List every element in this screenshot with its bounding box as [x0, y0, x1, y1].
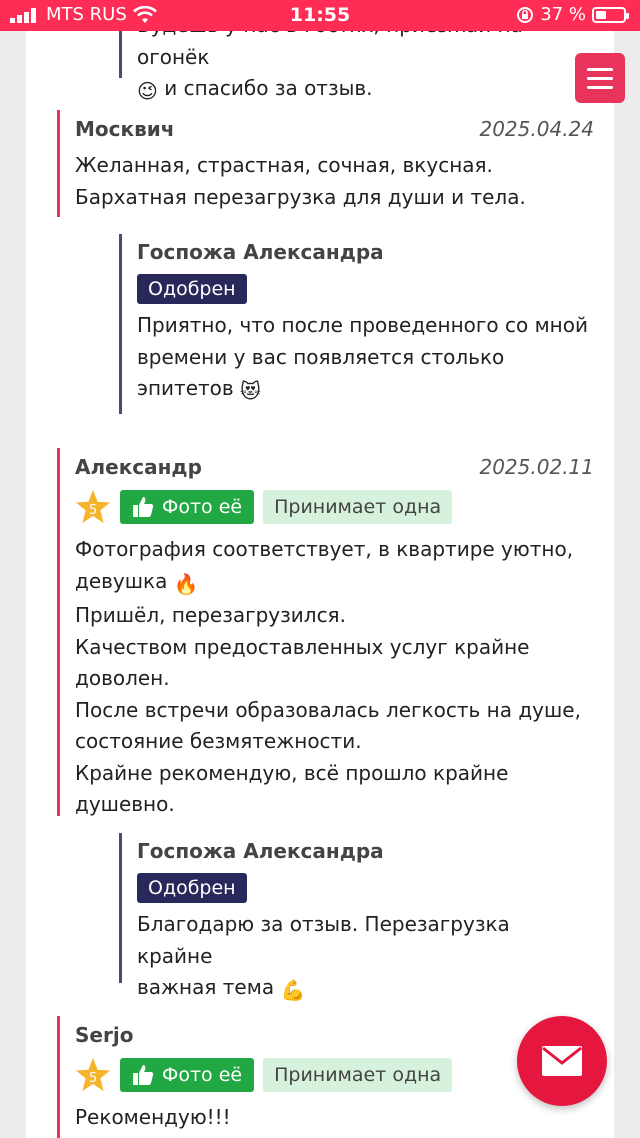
status-bar: MTS RUS 11:55 37 % [0, 0, 640, 31]
rating-star-icon: 5 [75, 489, 111, 525]
review-tags: 5 Фото её Принимает одна [75, 490, 612, 524]
reply-text: Благодарю за отзыв. Перезагрузка крайне … [137, 909, 589, 1007]
svg-text:5: 5 [89, 503, 97, 518]
heart-eyes-cat-emoji: 😻 [240, 379, 261, 403]
status-right: 37 % [516, 4, 629, 25]
review-date: 2025.02.11 [479, 455, 594, 479]
review-text: Желанная, страстная, сочная, вкусная. Ба… [75, 153, 526, 209]
reply-item: Госпожа Александра Одобрен Благодарю за … [119, 833, 589, 1002]
reply-item: Госпожа Александра Одобрен Приятно, что … [119, 234, 589, 414]
rotation-lock-icon [517, 6, 534, 23]
review-date: 2025.04.24 [479, 117, 594, 141]
thumbs-up-icon [133, 1065, 154, 1085]
reply-author: Госпожа Александра [137, 839, 384, 863]
envelope-icon [542, 1046, 582, 1076]
approved-badge: Одобрен [137, 274, 247, 304]
rating-star-icon: 5 [75, 1057, 111, 1093]
solo-tag: Принимает одна [263, 1058, 453, 1092]
solo-tag: Принимает одна [263, 490, 453, 524]
wink-emoji: 😉 [137, 79, 158, 103]
hamburger-icon [587, 67, 613, 71]
review-text: Фотография соответствует, в квартире уют… [75, 537, 581, 816]
battery-percent: 37 % [540, 4, 586, 25]
contact-mail-button[interactable] [517, 1016, 607, 1106]
approved-badge: Одобрен [137, 873, 247, 903]
reply-text: Приятно, что после проведенного со мной … [137, 310, 589, 408]
review-text: Рекомендую!!! [75, 1105, 231, 1129]
thumbs-up-icon [133, 497, 154, 517]
flexed-biceps-emoji: 💪 [280, 978, 306, 1002]
battery-icon [592, 6, 629, 23]
menu-button[interactable] [575, 53, 625, 103]
photo-verified-tag: Фото её [120, 1058, 255, 1092]
review-item: Москвич 2025.04.24 Желанная, страстная, … [57, 110, 612, 217]
previous-reply-line: 😉 и спасибо за отзыв. [137, 73, 589, 108]
reply-author: Госпожа Александра [137, 240, 384, 264]
fire-emoji: 🔥 [173, 571, 199, 596]
review-item: Александр 2025.02.11 5 Фото её Принимает… [57, 448, 612, 816]
photo-verified-tag: Фото её [120, 490, 255, 524]
svg-text:5: 5 [89, 1071, 97, 1086]
